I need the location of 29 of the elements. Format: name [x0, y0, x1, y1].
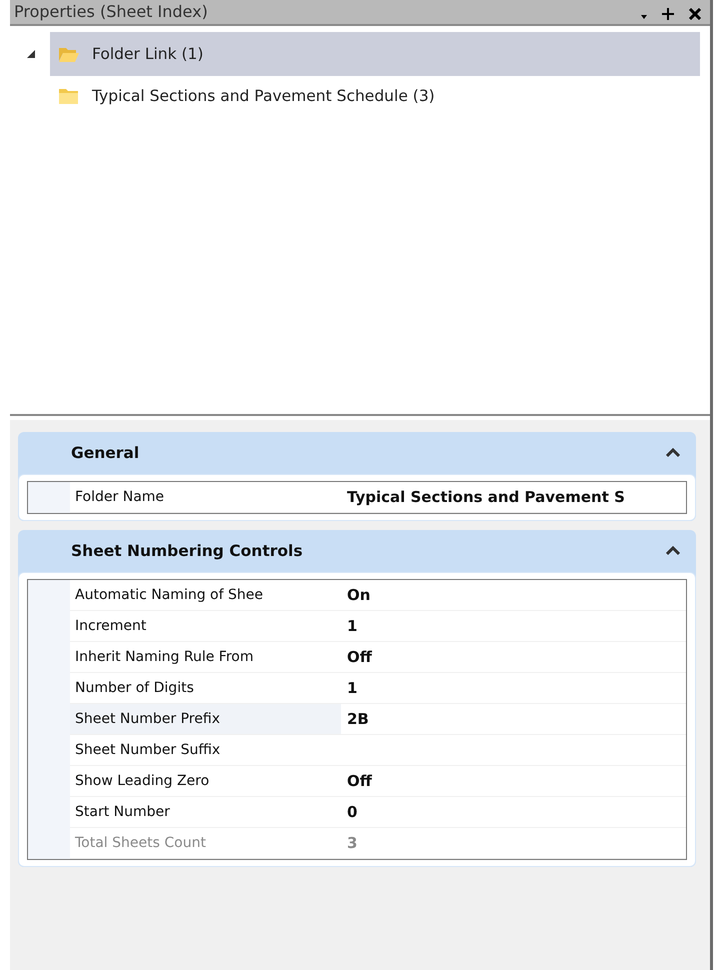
collapse-icon[interactable]	[666, 448, 680, 458]
property-name[interactable]: Increment	[70, 611, 341, 642]
property-name[interactable]: Show Leading Zero	[70, 766, 341, 797]
folder-icon	[58, 87, 80, 105]
property-value[interactable]: Typical Sections and Pavement S	[347, 488, 625, 506]
property-name[interactable]: Inherit Naming Rule From	[70, 642, 341, 673]
pin-icon[interactable]	[662, 8, 674, 20]
expander-icon[interactable]	[26, 49, 36, 59]
tree-item[interactable]: Typical Sections and Pavement Schedule (3)	[50, 76, 700, 116]
property-name[interactable]: Sheet Number Suffix	[70, 735, 341, 766]
close-icon[interactable]	[688, 8, 702, 20]
panel-title: Properties (Sheet Index)	[14, 2, 209, 22]
property-name[interactable]: Sheet Number Prefix	[70, 704, 341, 735]
collapse-icon[interactable]	[666, 546, 680, 556]
property-value[interactable]: 0	[347, 803, 358, 821]
property-name[interactable]: Folder Name	[70, 482, 341, 513]
property-value[interactable]: On	[347, 586, 370, 604]
property-value[interactable]: Off	[347, 772, 372, 790]
property-value[interactable]: 1	[347, 617, 358, 635]
property-name[interactable]: Automatic Naming of Shee	[70, 580, 341, 611]
tree-item[interactable]: Folder Link (1)	[50, 32, 700, 76]
property-value[interactable]: Off	[347, 648, 372, 666]
property-name[interactable]: Start Number	[70, 797, 341, 828]
property-value[interactable]: 1	[347, 679, 358, 697]
folder-icon	[58, 45, 80, 63]
property-value[interactable]: 2B	[347, 710, 369, 728]
category-title: Sheet Numbering Controls	[71, 542, 304, 560]
dropdown-icon[interactable]	[640, 14, 648, 20]
category-title: General	[71, 444, 140, 462]
